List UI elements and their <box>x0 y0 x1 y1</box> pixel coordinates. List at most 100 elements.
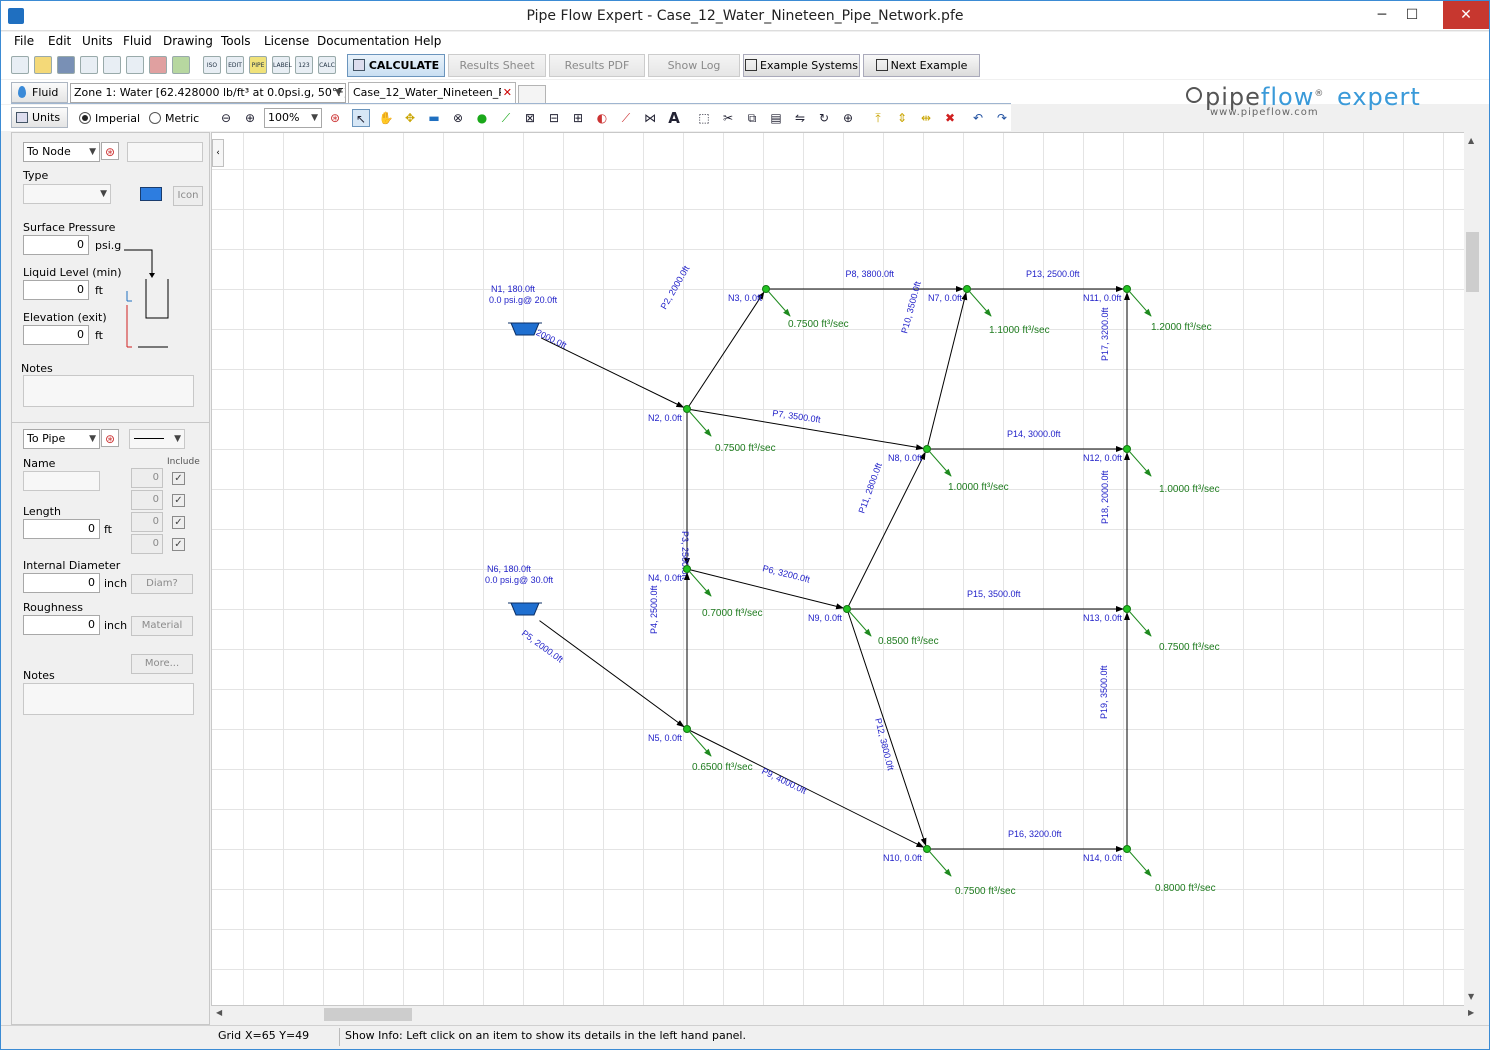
imperial-radio[interactable] <box>79 112 91 124</box>
roughness-field[interactable]: 0 <box>23 615 100 635</box>
check-valve-icon[interactable]: ⟋ <box>617 109 635 127</box>
fitting-count-2[interactable]: 0 <box>131 490 163 510</box>
units-button[interactable]: Units <box>11 107 68 128</box>
find-icon[interactable]: ⊕ <box>839 109 857 127</box>
line-style-select[interactable]: ▼ <box>129 429 185 449</box>
results-sheet-button[interactable]: Results Sheet <box>448 54 546 77</box>
select-box-icon[interactable]: ⬚ <box>695 109 713 127</box>
pipe-notes-field[interactable] <box>23 683 194 715</box>
align-middle-icon[interactable]: ⇕ <box>893 109 911 127</box>
print-preview-icon[interactable] <box>103 56 121 74</box>
fluid-button[interactable]: Fluid <box>11 82 68 103</box>
control-valve-icon[interactable]: ⊞ <box>569 109 587 127</box>
pdf-icon[interactable] <box>149 56 167 74</box>
elevation-field[interactable]: 0 <box>23 325 89 345</box>
node-type-select[interactable]: To Node ▼ <box>23 142 100 162</box>
print-icon[interactable] <box>126 56 144 74</box>
menu-drawing[interactable]: Drawing <box>163 34 213 48</box>
menu-tools[interactable]: Tools <box>221 34 251 48</box>
more-button[interactable]: More... <box>131 654 193 674</box>
paste-icon[interactable]: ▤ <box>767 109 785 127</box>
collapse-panel-icon[interactable]: ‹ <box>212 139 224 167</box>
copy-icon[interactable]: ⧉ <box>743 109 761 127</box>
node-name-field[interactable] <box>127 142 203 162</box>
imperial-label[interactable]: Imperial <box>95 112 140 125</box>
close-icon[interactable]: ✕ <box>1443 1 1489 29</box>
component-icon[interactable]: ⊠ <box>521 109 539 127</box>
menu-license[interactable]: License <box>264 34 309 48</box>
undo-icon[interactable]: ↶ <box>969 109 987 127</box>
vertical-scroll-thumb[interactable] <box>1466 232 1479 292</box>
valve-icon[interactable]: ⊟ <box>545 109 563 127</box>
icon-button[interactable]: Icon <box>173 186 203 206</box>
example-systems-button[interactable]: Example Systems <box>743 54 860 77</box>
scroll-right-icon[interactable]: ▶ <box>1468 1008 1474 1017</box>
email-icon[interactable] <box>80 56 98 74</box>
pipe-p11[interactable] <box>846 451 926 610</box>
metric-radio[interactable] <box>149 112 161 124</box>
diameter-button[interactable]: Diam? <box>131 574 193 594</box>
pipe-icon[interactable]: PIPE <box>249 56 267 74</box>
results-pdf-button[interactable]: Results PDF <box>549 54 645 77</box>
internal-diameter-field[interactable]: 0 <box>23 573 100 593</box>
tab-case-file[interactable]: Case_12_Water_Nineteen_Pipe_Network.pfe … <box>348 82 516 104</box>
fluid-zone-select[interactable]: Zone 1: Water [62.428000 lb/ft³ at 0.0ps… <box>70 83 346 103</box>
iso-icon[interactable]: ISO <box>203 56 221 74</box>
text-tool-icon[interactable]: A <box>665 109 683 127</box>
select-pointer-icon[interactable]: ↖ <box>352 109 370 127</box>
fitting-count-4[interactable]: 0 <box>131 534 163 554</box>
save-icon[interactable] <box>57 56 75 74</box>
include-fitting-2-checkbox[interactable]: ✓ <box>172 494 185 507</box>
align-up-icon[interactable]: ⤒ <box>869 109 887 127</box>
zoom-select[interactable]: 100% ▼ <box>264 108 322 128</box>
numbers-icon[interactable]: 123 <box>295 56 313 74</box>
include-fitting-4-checkbox[interactable]: ✓ <box>172 538 185 551</box>
include-fitting-3-checkbox[interactable]: ✓ <box>172 516 185 529</box>
new-tab-icon[interactable] <box>518 85 546 104</box>
menu-edit[interactable]: Edit <box>48 34 71 48</box>
tab-close-icon[interactable]: ✕ <box>503 83 512 103</box>
length-field[interactable]: 0 <box>23 519 100 539</box>
cut-icon[interactable]: ✂ <box>719 109 737 127</box>
menu-file[interactable]: File <box>14 34 34 48</box>
zoom-out-icon[interactable]: ⊖ <box>217 109 235 127</box>
flip-icon[interactable]: ⇋ <box>791 109 809 127</box>
metric-label[interactable]: Metric <box>165 112 199 125</box>
tank-node-n1[interactable] <box>510 322 540 336</box>
calculate-button[interactable]: CALCULATE <box>347 54 445 77</box>
horizontal-scroll-thumb[interactable] <box>324 1008 412 1021</box>
scroll-left-icon[interactable]: ◀ <box>216 1008 222 1017</box>
material-button[interactable]: Material <box>131 616 193 636</box>
next-example-button[interactable]: Next Example <box>863 54 980 77</box>
pipe-select[interactable]: To Pipe ▼ <box>23 429 100 449</box>
pipe-target-icon[interactable]: ⊛ <box>101 429 119 447</box>
fitting-icon[interactable]: ⋈ <box>641 109 659 127</box>
node-notes-field[interactable] <box>23 375 194 407</box>
new-icon[interactable] <box>11 56 29 74</box>
target-icon[interactable]: ⊛ <box>326 109 344 127</box>
surface-pressure-field[interactable]: 0 <box>23 235 89 255</box>
fitting-count-3[interactable]: 0 <box>131 512 163 532</box>
pipe-p2[interactable] <box>686 291 765 410</box>
tank-icon[interactable]: ▬ <box>425 109 443 127</box>
pipe-draw-icon[interactable]: ⟋ <box>497 109 515 127</box>
pipe-p6[interactable] <box>686 568 845 610</box>
move-icon[interactable]: ✥ <box>401 109 419 127</box>
vertical-scrollbar[interactable]: ▲ ▼ <box>1464 132 1481 1006</box>
redo-icon[interactable]: ↷ <box>993 109 1011 127</box>
image-export-icon[interactable] <box>172 56 190 74</box>
scroll-down-icon[interactable]: ▼ <box>1468 992 1474 1001</box>
drawing-canvas[interactable]: P1, 2000.0ft P2, 2000.0ft P3, 2500.0ft P4, … <box>211 132 1479 1006</box>
tank-type-select[interactable]: ▼ <box>23 184 111 204</box>
edit-icon[interactable]: EDIT <box>226 56 244 74</box>
label-icon[interactable]: LABEL <box>272 56 292 74</box>
menu-help[interactable]: Help <box>414 34 441 48</box>
zoom-in-icon[interactable]: ⊕ <box>241 109 259 127</box>
pipe-p10[interactable] <box>926 291 968 450</box>
pipe-name-field[interactable] <box>23 471 100 491</box>
rotate-icon[interactable]: ↻ <box>815 109 833 127</box>
delete-icon[interactable]: ✖ <box>941 109 959 127</box>
maximize-icon[interactable]: ☐ <box>1397 1 1427 29</box>
pan-hand-icon[interactable]: ✋ <box>377 109 395 127</box>
menu-documentation[interactable]: Documentation <box>317 34 410 48</box>
